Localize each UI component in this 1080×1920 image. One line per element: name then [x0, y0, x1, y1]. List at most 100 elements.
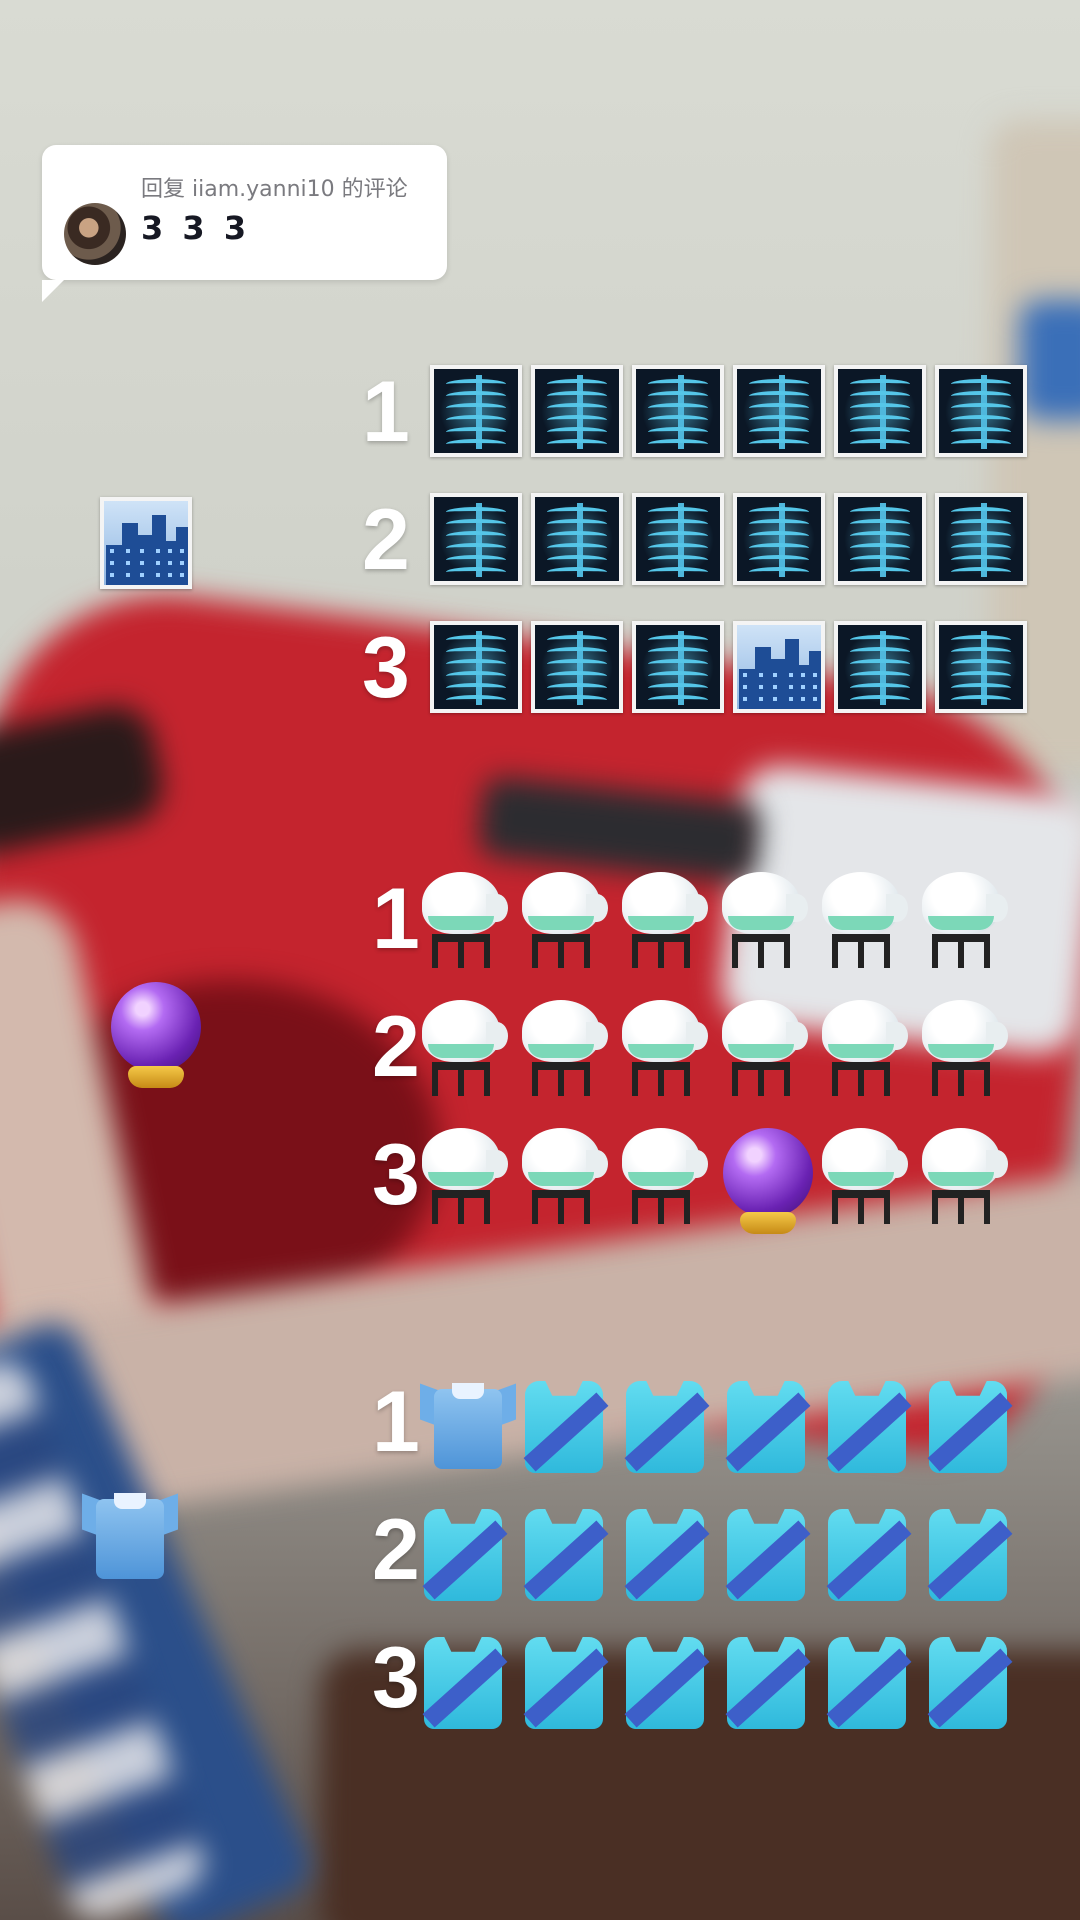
jar-leg [458, 1066, 464, 1096]
polo-shirt-icon[interactable] [420, 1375, 516, 1471]
x-ray-rib [951, 647, 1011, 657]
jar-leg [932, 1066, 938, 1096]
x-ray-icon[interactable] [430, 621, 522, 713]
jar-leg [458, 938, 464, 968]
x-ray-rib [951, 427, 1011, 437]
window [789, 697, 793, 701]
running-shirt-icon[interactable] [824, 1631, 912, 1731]
x-ray-rib [648, 391, 708, 401]
running-shirt-icon[interactable] [723, 1503, 811, 1603]
bubble-jar-icon[interactable] [418, 1128, 508, 1228]
x-ray-rib [446, 683, 506, 693]
bubble-jar-icon[interactable] [918, 1128, 1008, 1228]
running-shirt-icon[interactable] [925, 1631, 1013, 1731]
window [126, 549, 130, 553]
bubble-jar-icon[interactable] [418, 1000, 508, 1100]
x-ray-rib [648, 659, 708, 669]
jar-leg [984, 1194, 990, 1224]
window [789, 685, 793, 689]
x-ray-rib [850, 391, 910, 401]
crystal-base [740, 1212, 796, 1234]
running-shirt-icon[interactable] [420, 1631, 508, 1731]
bubble-jar-icon[interactable] [918, 1000, 1008, 1100]
running-shirt-icon[interactable] [824, 1375, 912, 1475]
running-shirt-icon[interactable] [622, 1631, 710, 1731]
jar-leg [832, 1194, 838, 1224]
jar-leg [558, 938, 564, 968]
bubble-jar-icon[interactable] [818, 872, 908, 972]
running-shirt-icon[interactable] [723, 1631, 811, 1731]
jar-leg [658, 938, 664, 968]
crystal-ball-icon[interactable] [718, 1128, 818, 1238]
x-ray-rib [446, 543, 506, 553]
running-shirt-icon[interactable] [824, 1503, 912, 1603]
bubble-jar-icon[interactable] [918, 872, 1008, 972]
bubble-jar-icon[interactable] [818, 1000, 908, 1100]
x-ray-rib [850, 427, 910, 437]
x-ray-rib [951, 531, 1011, 541]
x-ray-icon[interactable] [834, 365, 926, 457]
jar-leg [932, 1194, 938, 1224]
jar-leg [884, 1066, 890, 1096]
x-ray-icon[interactable] [632, 493, 724, 585]
x-ray-icon[interactable] [834, 621, 926, 713]
running-shirt-icon[interactable] [925, 1503, 1013, 1603]
x-ray-icon[interactable] [430, 493, 522, 585]
bubble-jar-icon[interactable] [518, 1000, 608, 1100]
night-city-icon[interactable] [733, 621, 825, 713]
row-number: 3 [372, 1127, 420, 1223]
bubble-jar-icon[interactable] [618, 1000, 708, 1100]
x-ray-rib [850, 683, 910, 693]
bubble-jar-icon[interactable] [718, 1000, 808, 1100]
window [156, 561, 160, 565]
running-shirt-icon[interactable] [622, 1503, 710, 1603]
avatar[interactable] [64, 203, 126, 265]
x-ray-icon[interactable] [733, 493, 825, 585]
window [759, 697, 763, 701]
x-ray-icon[interactable] [935, 493, 1027, 585]
comment-reply-bubble[interactable]: 回复 iiam.yanni10 的评论 3 3 3 [42, 145, 447, 302]
bubble-jar-icon[interactable] [518, 1128, 608, 1228]
x-ray-rib [648, 403, 708, 413]
jar-leg [558, 1194, 564, 1224]
running-shirt-icon[interactable] [521, 1503, 609, 1603]
jar-leg [958, 938, 964, 968]
x-ray-icon[interactable] [632, 621, 724, 713]
jar-leg [758, 1066, 764, 1096]
jar-liquid [928, 1044, 994, 1058]
bubble-jar-icon[interactable] [418, 872, 508, 972]
x-ray-icon[interactable] [531, 621, 623, 713]
running-shirt-icon[interactable] [622, 1375, 710, 1475]
x-ray-icon[interactable] [935, 365, 1027, 457]
x-ray-icon[interactable] [834, 493, 926, 585]
x-ray-icon[interactable] [430, 365, 522, 457]
running-shirt-icon[interactable] [925, 1375, 1013, 1475]
bubble-jar-icon[interactable] [818, 1128, 908, 1228]
x-ray-rib [951, 695, 1011, 705]
running-shirt-icon[interactable] [521, 1631, 609, 1731]
running-shirt-icon[interactable] [420, 1503, 508, 1603]
window [156, 549, 160, 553]
x-ray-icon[interactable] [632, 365, 724, 457]
jar-liquid [728, 916, 794, 930]
x-ray-icon[interactable] [935, 621, 1027, 713]
bubble-jar-icon[interactable] [618, 1128, 708, 1228]
x-ray-icon[interactable] [531, 365, 623, 457]
x-ray-rib [547, 647, 607, 657]
running-shirt-icon[interactable] [521, 1375, 609, 1475]
jar-liquid [428, 1044, 494, 1058]
jar-leg [758, 938, 764, 968]
bubble-jar-icon[interactable] [718, 872, 808, 972]
jar-liquid [928, 916, 994, 930]
x-ray-icon[interactable] [733, 365, 825, 457]
x-ray-rib [547, 379, 607, 389]
bubble-jar-icon[interactable] [518, 872, 608, 972]
x-ray-rib [850, 695, 910, 705]
x-ray-icon[interactable] [531, 493, 623, 585]
bubble-jar-icon[interactable] [618, 872, 708, 972]
running-shirt-icon[interactable] [723, 1375, 811, 1475]
x-ray-rib [749, 415, 809, 425]
jar-leg [958, 1066, 964, 1096]
building [809, 651, 821, 709]
x-ray-rib [951, 403, 1011, 413]
